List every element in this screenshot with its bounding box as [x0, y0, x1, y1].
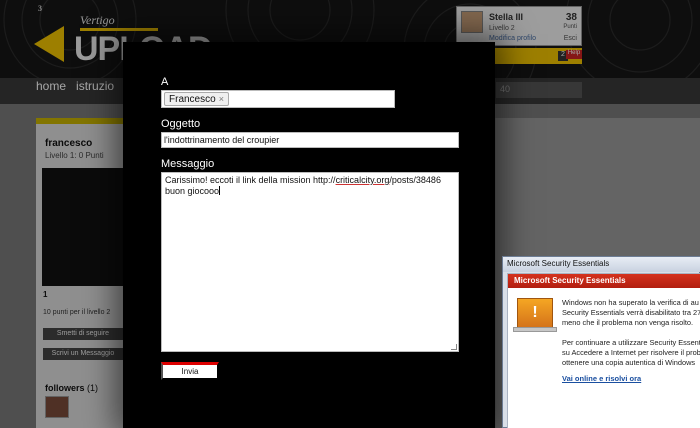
- warning-shield-icon: !: [517, 298, 553, 328]
- message-textarea[interactable]: Carissimo! eccoti il link della mission …: [161, 172, 459, 352]
- mse-message-2: Per continuare a utilizzare Security Ess…: [562, 338, 700, 368]
- resize-grip-icon[interactable]: [451, 344, 457, 350]
- subject-input[interactable]: [161, 132, 459, 148]
- compose-message-modal: A Francesco × Oggetto Messaggio Carissim…: [123, 42, 495, 428]
- remove-recipient-icon[interactable]: ×: [219, 94, 224, 104]
- recipient-token[interactable]: Francesco ×: [164, 92, 229, 106]
- mse-message-1: Windows non ha superato la verifica di a…: [562, 298, 700, 328]
- mse-message-1-line-2: Security Essentials verrà disabilitato t…: [562, 308, 700, 317]
- mse-content: Microsoft Security Essentials ! Windows …: [507, 273, 700, 428]
- mse-message-1-line-1: Windows non ha superato la verifica di a…: [562, 298, 699, 307]
- message-label: Messaggio: [161, 158, 215, 170]
- message-line-2: buon giocooo: [165, 186, 455, 197]
- text-caret: [219, 186, 221, 195]
- mse-header: Microsoft Security Essentials: [508, 274, 700, 288]
- recipient-name: Francesco: [169, 93, 216, 105]
- shield-base: [513, 327, 557, 332]
- message-link: criticalcity.org: [335, 175, 390, 185]
- security-essentials-window: Microsoft Security Essentials Microsoft …: [502, 256, 700, 428]
- recipient-input[interactable]: Francesco ×: [161, 90, 395, 108]
- mse-message-2-line-2: su Accedere a Internet per risolvere il …: [562, 348, 700, 357]
- mse-titlebar[interactable]: Microsoft Security Essentials: [503, 257, 700, 272]
- message-text-end: /posts/38486: [389, 175, 441, 185]
- message-text: Carissimo! eccoti il link della mission …: [165, 175, 336, 185]
- to-label: A: [161, 76, 169, 88]
- mse-message-2-line-1: Per continuare a utilizzare Security Ess…: [562, 338, 700, 347]
- subject-label: Oggetto: [161, 118, 201, 130]
- send-button[interactable]: Invia: [161, 362, 219, 380]
- mse-message-1-line-3: meno che il problema non venga risolto.: [562, 318, 694, 327]
- message-text-2: buon giocooo: [165, 186, 220, 196]
- message-line-1: Carissimo! eccoti il link della mission …: [165, 175, 455, 186]
- mse-message-2-line-3: ottenere una copia autentica di Windows: [562, 358, 696, 367]
- fix-online-link[interactable]: Vai online e risolvi ora: [562, 374, 641, 383]
